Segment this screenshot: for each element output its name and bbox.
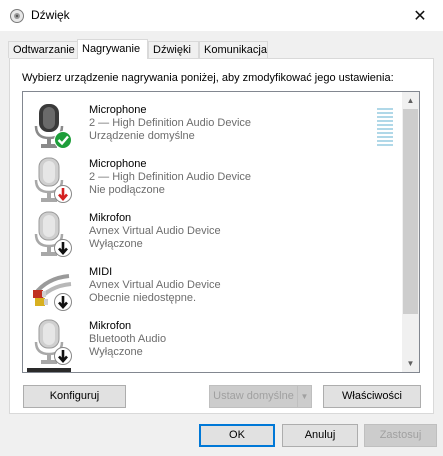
properties-button[interactable]: Właściwości xyxy=(323,385,421,408)
configure-button[interactable]: Konfiguruj xyxy=(23,385,126,408)
black-down-arrow-badge-icon xyxy=(54,293,72,311)
set-default-label: Ustaw domyślne xyxy=(213,390,294,402)
black-down-arrow-badge-icon xyxy=(54,239,72,257)
microphone-icon xyxy=(34,211,72,257)
list-item-device[interactable]: Mikrofon Avnex Virtual Audio Device Wyłą… xyxy=(23,206,403,260)
list-item-device[interactable]: Microphone 2 — High Definition Audio Dev… xyxy=(23,98,403,152)
black-down-arrow-badge-icon xyxy=(54,347,72,365)
chevron-down-icon: ▼ xyxy=(406,359,415,368)
tab-playback[interactable]: Odtwarzanie xyxy=(8,41,78,58)
tab-recording[interactable]: Nagrywanie xyxy=(77,39,148,59)
scroll-down-button[interactable]: ▼ xyxy=(402,355,419,372)
device-description: Avnex Virtual Audio Device xyxy=(89,279,221,291)
partial-list-item xyxy=(27,368,71,372)
device-status: Urządzenie domyślne xyxy=(89,130,195,142)
ok-button[interactable]: OK xyxy=(199,424,275,447)
close-button[interactable]: ✕ xyxy=(397,0,443,31)
midi-cable-icon xyxy=(33,274,72,311)
chevron-up-icon: ▲ xyxy=(406,96,415,105)
device-description: 2 — High Definition Audio Device xyxy=(89,117,252,129)
red-down-arrow-badge-icon xyxy=(54,185,72,203)
device-name: Microphone xyxy=(89,158,147,170)
recording-panel: Wybierz urządzenie nagrywania poniżej, a… xyxy=(9,58,434,414)
device-description: 2 — High Definition Audio Device xyxy=(89,171,252,183)
set-default-dropdown[interactable]: ▼ xyxy=(297,386,311,407)
device-name: Mikrofon xyxy=(89,320,132,332)
level-meter xyxy=(377,108,393,148)
device-status: Wyłączone xyxy=(89,346,143,358)
apply-button[interactable]: Zastosuj xyxy=(364,424,437,447)
microphone-icon xyxy=(34,319,72,365)
device-name: Microphone xyxy=(89,104,147,116)
check-badge-icon xyxy=(54,131,72,149)
microphone-icon xyxy=(34,104,72,149)
window-title: Dźwięk xyxy=(31,8,70,22)
tab-sounds[interactable]: Dźwięki xyxy=(148,41,199,58)
close-icon: ✕ xyxy=(413,7,427,25)
title-bar: Dźwięk ✕ xyxy=(0,0,443,32)
speaker-icon xyxy=(10,9,24,23)
device-status: Wyłączone xyxy=(89,238,143,250)
instruction-text: Wybierz urządzenie nagrywania poniżej, a… xyxy=(22,72,394,84)
scrollbar[interactable]: ▲ ▼ xyxy=(402,92,419,372)
list-item-device[interactable]: MIDI Avnex Virtual Audio Device Obecnie … xyxy=(23,260,403,314)
list-item-device[interactable]: Microphone 2 — High Definition Audio Dev… xyxy=(23,152,403,206)
cancel-button[interactable]: Anuluj xyxy=(282,424,358,447)
device-status: Nie podłączone xyxy=(89,184,165,196)
microphone-icon xyxy=(34,157,72,203)
device-description: Avnex Virtual Audio Device xyxy=(89,225,221,237)
tab-communications[interactable]: Komunikacja xyxy=(199,41,268,58)
device-list[interactable]: Microphone 2 — High Definition Audio Dev… xyxy=(22,91,420,373)
scroll-thumb[interactable] xyxy=(403,109,418,314)
device-name: Mikrofon xyxy=(89,212,132,224)
list-item-device[interactable]: Mikrofon Bluetooth Audio Wyłączone xyxy=(23,314,403,368)
chevron-down-icon: ▼ xyxy=(300,392,309,401)
device-description: Bluetooth Audio xyxy=(89,333,167,345)
device-name: MIDI xyxy=(89,266,113,278)
device-status: Obecnie niedostępne. xyxy=(89,292,197,304)
scroll-up-button[interactable]: ▲ xyxy=(402,92,419,109)
set-default-button[interactable]: Ustaw domyślne ▼ xyxy=(209,385,312,408)
